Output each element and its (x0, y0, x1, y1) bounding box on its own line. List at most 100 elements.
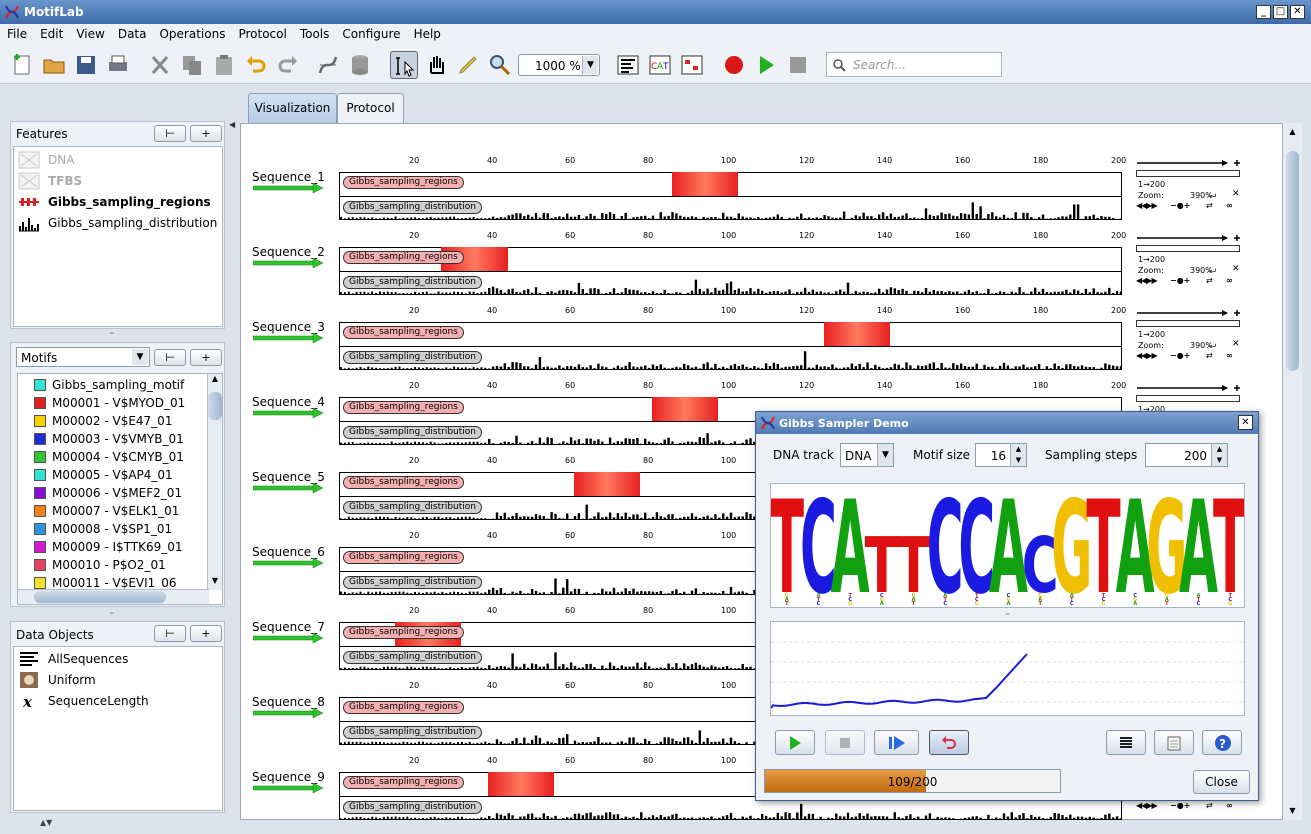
motif-color-swatch[interactable] (34, 559, 46, 571)
stop-button[interactable] (825, 730, 865, 755)
zoom-slider-icon[interactable]: −●+ (1170, 351, 1190, 360)
menu-operations[interactable]: Operations (152, 24, 231, 41)
menu-data[interactable]: Data (111, 24, 153, 41)
menu-edit[interactable]: Edit (33, 24, 69, 41)
zoom-slider-icon[interactable]: −●+ (1170, 801, 1190, 810)
splitter-handle[interactable]: ═ (110, 610, 128, 617)
dna-track-select[interactable]: DNA ▼ (840, 443, 894, 467)
open-folder-icon[interactable] (42, 53, 66, 77)
zoom-level-select[interactable]: 1000 % ▼ (518, 54, 600, 76)
features-add-button[interactable]: + (190, 125, 222, 142)
sampling-steps-stepper[interactable]: 200 ▲ ▼ (1145, 443, 1228, 467)
sequence-viewport-slider[interactable] (1136, 395, 1240, 402)
fit-zoom-icon[interactable]: ⌞⌟ (1208, 339, 1216, 349)
close-sequence-icon[interactable]: ✕ (1232, 264, 1240, 274)
link-icon[interactable]: ∞ (1226, 276, 1233, 285)
navigate-arrows-icon[interactable]: ◀◀▶▶ (1136, 351, 1158, 360)
pencil-icon[interactable] (456, 53, 480, 77)
menu-configure[interactable]: Configure (335, 24, 406, 41)
motif-color-swatch[interactable] (34, 487, 46, 499)
sequence-tracks[interactable]: Gibbs_sampling_regions Gibbs_sampling_dis… (339, 322, 1122, 370)
sequence-range-arrow-icon[interactable] (1136, 308, 1242, 318)
motif-color-swatch[interactable] (34, 415, 46, 427)
maximize-button[interactable]: □ (1273, 5, 1288, 19)
sequence-name[interactable]: Sequence_5 (252, 470, 325, 484)
fit-zoom-icon[interactable]: ⌞⌟ (1208, 264, 1216, 274)
menu-protocol[interactable]: Protocol (231, 24, 292, 41)
regions-view-icon[interactable] (680, 53, 704, 77)
sequence-viewport-slider[interactable] (1136, 170, 1240, 177)
sequence-viewport-slider[interactable] (1136, 320, 1240, 327)
motifs-type-dropdown[interactable]: Motifs ▼ (16, 347, 150, 367)
data-objects-options-button[interactable]: ⊢ (154, 625, 186, 642)
redo-icon[interactable] (276, 53, 300, 77)
sequence-range-arrow-icon[interactable] (1136, 233, 1242, 243)
hand-pan-icon[interactable] (424, 53, 448, 77)
select-tool-button[interactable] (390, 51, 418, 79)
motif-color-swatch[interactable] (34, 433, 46, 445)
tab-visualization[interactable]: Visualization (248, 93, 337, 123)
link-icon[interactable]: ∞ (1226, 801, 1233, 810)
sequence-viewport-slider[interactable] (1136, 245, 1240, 252)
stepper-arrows-icon[interactable]: ▲ ▼ (1010, 444, 1026, 466)
scroll-up-icon[interactable]: ▲ (1286, 127, 1299, 137)
navigate-arrows-icon[interactable]: ◀◀▶▶ (1136, 801, 1158, 810)
scroll-thumb[interactable] (34, 591, 166, 603)
navigate-arrows-icon[interactable]: ◀◀▶▶ (1136, 276, 1158, 285)
notes-button[interactable] (1154, 730, 1194, 755)
sequence-name[interactable]: Sequence_1 (252, 170, 325, 184)
cut-icon[interactable] (148, 53, 172, 77)
splitter-handle[interactable]: ═ (110, 330, 128, 337)
splitter-handle[interactable]: ═ (770, 611, 1245, 618)
motif-color-swatch[interactable] (34, 379, 46, 391)
copy-icon[interactable] (180, 53, 204, 77)
zoom-slider-icon[interactable]: −●+ (1170, 201, 1190, 210)
motif-size-stepper[interactable]: 16 ▲ ▼ (975, 443, 1027, 467)
close-sequence-icon[interactable]: ✕ (1232, 339, 1240, 349)
sequence-name[interactable]: Sequence_7 (252, 620, 325, 634)
cat-sequence-icon[interactable]: CAT (648, 53, 672, 77)
step-forward-button[interactable] (874, 730, 919, 755)
help-button[interactable]: ? (1202, 730, 1242, 755)
features-options-button[interactable]: ⊢ (154, 125, 186, 142)
gibbs-region[interactable] (823, 322, 890, 346)
zoom-magnifier-icon[interactable] (488, 53, 512, 77)
new-session-icon[interactable] (10, 53, 34, 77)
sequence-name[interactable]: Sequence_3 (252, 320, 325, 334)
motif-color-swatch[interactable] (34, 541, 46, 553)
close-sequence-icon[interactable]: ✕ (1232, 189, 1240, 199)
zoom-slider-icon[interactable]: −●+ (1170, 276, 1190, 285)
record-icon[interactable] (722, 53, 746, 77)
sequence-tracks[interactable]: Gibbs_sampling_regions Gibbs_sampling_dis… (339, 172, 1122, 220)
motif-color-swatch[interactable] (34, 577, 46, 589)
stepper-arrows-icon[interactable]: ▲ ▼ (1211, 444, 1227, 466)
gibbs-region[interactable] (652, 397, 719, 421)
link-icon[interactable]: ∞ (1226, 351, 1233, 360)
undo-icon[interactable] (244, 53, 268, 77)
flip-strand-icon[interactable]: ⇄ (1206, 351, 1213, 360)
scroll-down-icon[interactable]: ▼ (208, 576, 222, 590)
data-objects-add-button[interactable]: + (190, 625, 222, 642)
stop-icon[interactable] (786, 53, 810, 77)
motifs-vertical-scrollbar[interactable]: ▲ ▼ (207, 374, 222, 590)
collapse-left-icon[interactable]: ◀ (229, 120, 235, 129)
flip-strand-icon[interactable]: ⇄ (1206, 276, 1213, 285)
gibbs-region[interactable] (671, 172, 738, 196)
menu-view[interactable]: View (69, 24, 110, 41)
scroll-up-icon[interactable]: ▲ (208, 374, 222, 388)
gibbs-region[interactable] (574, 472, 641, 496)
play-icon[interactable] (754, 53, 778, 77)
motifs-horizontal-scrollbar[interactable] (18, 589, 209, 604)
visualization-scrollbar[interactable]: ▲ ▼ (1282, 123, 1302, 820)
sequence-list-icon[interactable] (616, 53, 640, 77)
scroll-down-icon[interactable]: ▼ (1286, 806, 1299, 816)
scroll-thumb[interactable] (208, 392, 222, 420)
close-button[interactable]: Close (1193, 770, 1250, 794)
motif-color-swatch[interactable] (34, 505, 46, 517)
sequence-name[interactable]: Sequence_4 (252, 395, 325, 409)
motifs-add-button[interactable]: + (190, 349, 222, 366)
close-window-button[interactable]: ✕ (1290, 5, 1305, 19)
list-view-button[interactable] (1106, 730, 1146, 755)
sequence-name[interactable]: Sequence_8 (252, 695, 325, 709)
database-icon[interactable] (348, 53, 372, 77)
